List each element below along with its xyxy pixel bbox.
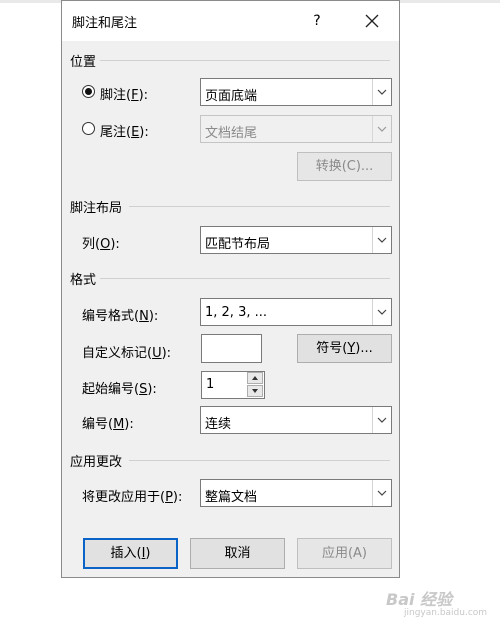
start-at-spinner — [247, 372, 263, 398]
cancel-button[interactable]: 取消 — [190, 538, 285, 569]
start-at-label: 起始编号(S): — [82, 382, 157, 397]
convert-button[interactable]: 转换(C)... — [297, 152, 392, 181]
footnote-label: 脚注(F): — [100, 88, 149, 103]
dialog-title: 脚注和尾注 — [72, 16, 138, 31]
number-format-value: 1, 2, 3, ... — [205, 305, 268, 320]
footnote-position-select[interactable]: 页面底端 — [200, 78, 392, 106]
chevron-down-icon[interactable] — [372, 407, 391, 433]
apply-to-select[interactable]: 整篇文档 — [200, 479, 392, 507]
watermark-url: jingyan.baidu.com — [404, 608, 488, 618]
numbering-select[interactable]: 连续 — [200, 406, 392, 434]
chevron-down-icon[interactable] — [372, 299, 391, 325]
number-format-select[interactable]: 1, 2, 3, ... — [200, 298, 392, 326]
chevron-down-icon[interactable] — [372, 480, 391, 506]
numbering-value: 连续 — [205, 417, 232, 432]
apply-button[interactable]: 应用(A) — [297, 538, 392, 569]
start-at-value: 1 — [206, 377, 215, 392]
endnote-position-select[interactable]: 文档结尾 — [200, 115, 392, 143]
section-divider — [129, 206, 390, 207]
symbol-button[interactable]: 符号(Y)... — [297, 334, 392, 363]
columns-select[interactable]: 匹配节布局 — [200, 226, 392, 254]
spin-up-button[interactable] — [247, 372, 263, 384]
section-divider — [100, 60, 390, 61]
section-divider — [100, 278, 390, 279]
columns-value: 匹配节布局 — [205, 237, 271, 252]
insert-button[interactable]: 插入(I) — [83, 538, 178, 569]
endnote-position-value: 文档结尾 — [205, 126, 258, 141]
footnote-radio[interactable] — [82, 85, 95, 98]
endnote-radio[interactable] — [82, 122, 95, 135]
radio-selected-dot — [85, 88, 92, 95]
spin-down-button[interactable] — [247, 385, 263, 397]
section-format-heading: 格式 — [70, 273, 97, 288]
help-button[interactable]: ? — [305, 9, 329, 33]
footnote-endnote-dialog: 脚注和尾注 ? 位置 脚注(F): 页面底端 尾注(E): 文档结尾 转换(C)… — [61, 0, 400, 578]
footnote-position-value: 页面底端 — [205, 89, 258, 104]
chevron-down-icon[interactable] — [372, 227, 391, 253]
number-format-label: 编号格式(N): — [82, 309, 159, 324]
apply-to-value: 整篇文档 — [205, 490, 258, 505]
watermark-logo: Bai 经验 — [386, 590, 453, 609]
section-location-heading: 位置 — [70, 55, 97, 70]
section-divider — [129, 460, 390, 461]
apply-to-label: 将更改应用于(P): — [82, 490, 183, 505]
columns-label: 列(O): — [82, 237, 120, 252]
numbering-label: 编号(M): — [82, 417, 134, 432]
section-layout-heading: 脚注布局 — [70, 201, 123, 216]
custom-mark-label: 自定义标记(U): — [82, 346, 172, 361]
endnote-label: 尾注(E): — [100, 125, 149, 140]
close-icon[interactable] — [359, 9, 385, 33]
chevron-down-icon[interactable] — [372, 79, 391, 105]
title-bar: 脚注和尾注 ? — [62, 1, 399, 41]
section-apply-heading: 应用更改 — [70, 455, 123, 470]
custom-mark-input[interactable] — [201, 334, 262, 363]
chevron-down-icon[interactable] — [372, 116, 391, 142]
